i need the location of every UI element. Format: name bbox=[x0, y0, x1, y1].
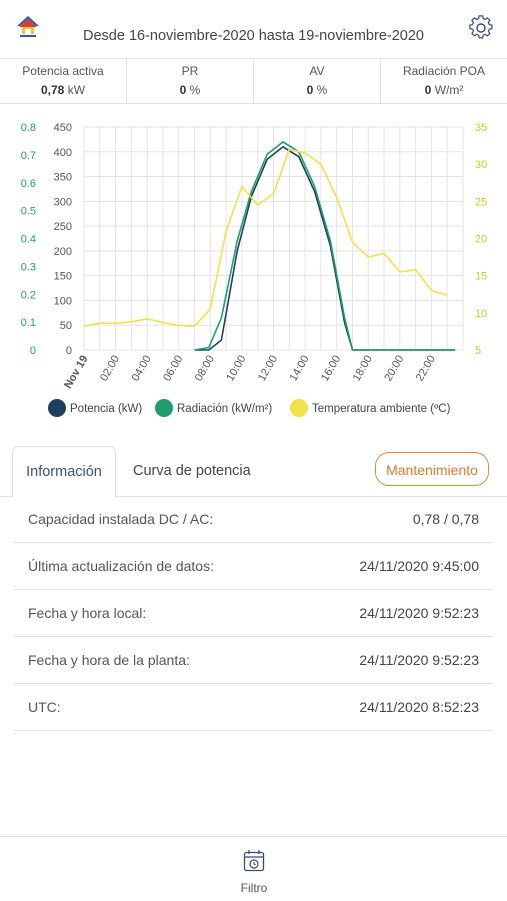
info-value: 24/11/2020 9:52:23 bbox=[359, 652, 479, 668]
y-tick-label: 300 bbox=[54, 196, 72, 208]
info-value: 24/11/2020 9:45:00 bbox=[359, 558, 479, 574]
x-tick-label: 04:00 bbox=[130, 354, 154, 384]
x-tick-label: 18:00 bbox=[351, 354, 375, 384]
kpi-poa-radiation: Radiación POA 0 W/m² bbox=[381, 59, 507, 103]
legend-swatch bbox=[290, 399, 308, 417]
legend-label: Radiación (kW/m²) bbox=[177, 403, 272, 415]
y2-tick-label: 0.6 bbox=[21, 178, 36, 190]
info-list: Capacidad instalada DC / AC: 0,78 / 0,78… bbox=[14, 496, 493, 731]
x-tick-label: 10:00 bbox=[224, 354, 248, 384]
kpi-label: PR bbox=[181, 64, 199, 78]
y2-tick-label: 0.7 bbox=[21, 150, 36, 162]
y2-tick-label: 0.2 bbox=[21, 289, 36, 301]
filter-button[interactable]: Filtro bbox=[224, 849, 284, 895]
kpi-strip: Potencia activa 0,78 kW PR 0 % AV 0 % Ra… bbox=[0, 58, 507, 104]
y-right-tick-label: 10 bbox=[475, 308, 487, 320]
house-logo-icon bbox=[17, 16, 39, 37]
y-right-tick-label: 5 bbox=[475, 345, 481, 357]
y-right-tick-label: 20 bbox=[475, 234, 487, 246]
legend-label: Temperatura ambiente (ºC) bbox=[312, 403, 451, 415]
info-value: 0,78 / 0,78 bbox=[412, 511, 479, 527]
date-range-title: Desde 16-noviembre-2020 hasta 19-noviemb… bbox=[83, 28, 424, 44]
kpi-unit: kW bbox=[67, 83, 86, 97]
kpi-label: Radiación POA bbox=[402, 64, 486, 78]
legend-swatch bbox=[48, 399, 66, 417]
kpi-value: 0 bbox=[179, 83, 187, 97]
y2-tick-label: 0.5 bbox=[21, 206, 36, 218]
filter-label: Filtro bbox=[240, 881, 268, 895]
bottom-toolbar: Filtro bbox=[0, 836, 507, 901]
y-right-tick-label: 25 bbox=[475, 196, 487, 208]
y-tick-label: 450 bbox=[54, 122, 72, 134]
info-value: 24/11/2020 8:52:23 bbox=[359, 699, 479, 715]
y-tick-label: 350 bbox=[54, 172, 72, 184]
x-tick-label: 16:00 bbox=[319, 354, 343, 384]
maintenance-button[interactable]: Mantenimiento bbox=[375, 452, 489, 486]
info-label: UTC: bbox=[28, 699, 61, 715]
kpi-unit: % bbox=[189, 83, 201, 97]
y2-tick-label: 0.3 bbox=[21, 261, 36, 273]
legend-label: Potencia (kW) bbox=[70, 403, 142, 415]
tab-informacion[interactable]: Información bbox=[12, 446, 116, 498]
tab-curva-potencia[interactable]: Curva de potencia bbox=[133, 446, 251, 496]
info-label: Fecha y hora de la planta: bbox=[28, 652, 190, 668]
info-label: Última actualización de datos: bbox=[28, 558, 214, 574]
info-label: Fecha y hora local: bbox=[28, 605, 147, 621]
y-right-tick-label: 15 bbox=[475, 271, 487, 283]
y-tick-label: 50 bbox=[60, 320, 72, 332]
y-tick-label: 200 bbox=[54, 246, 72, 258]
y-tick-label: 100 bbox=[54, 295, 72, 307]
kpi-unit: % bbox=[316, 83, 328, 97]
x-tick-label: 20:00 bbox=[382, 354, 406, 384]
y2-tick-label: 0 bbox=[30, 345, 36, 357]
x-tick-label: 08:00 bbox=[193, 354, 217, 384]
y-tick-label: 0 bbox=[66, 345, 72, 357]
y-right-tick-label: 30 bbox=[475, 159, 487, 171]
calendar-clock-icon bbox=[243, 850, 265, 872]
info-row-utc: UTC: 24/11/2020 8:52:23 bbox=[14, 684, 493, 731]
kpi-pr: PR 0 % bbox=[127, 59, 254, 103]
y-tick-label: 250 bbox=[54, 221, 72, 233]
y-tick-label: 150 bbox=[54, 271, 72, 283]
x-tick-label: 02:00 bbox=[98, 354, 122, 384]
kpi-unit: W/m² bbox=[434, 83, 464, 97]
y2-tick-label: 0.8 bbox=[21, 122, 36, 134]
x-tick-label: Nov 19 bbox=[62, 354, 90, 391]
y2-tick-label: 0.4 bbox=[21, 234, 36, 246]
y2-tick-label: 0.1 bbox=[21, 317, 36, 329]
y-tick-label: 400 bbox=[54, 147, 72, 159]
series-line-temperatura bbox=[83, 148, 448, 328]
kpi-value: 0 bbox=[306, 83, 314, 97]
app-header: Desde 16-noviembre-2020 hasta 19-noviemb… bbox=[0, 0, 507, 58]
kpi-av: AV 0 % bbox=[254, 59, 381, 103]
x-tick-label: 06:00 bbox=[161, 354, 185, 384]
kpi-label: Potencia activa bbox=[22, 64, 104, 78]
x-tick-label: 22:00 bbox=[414, 354, 438, 384]
info-row-capacity: Capacidad instalada DC / AC: 0,78 / 0,78 bbox=[14, 496, 493, 543]
kpi-value: 0 bbox=[424, 83, 432, 97]
info-label: Capacidad instalada DC / AC: bbox=[28, 511, 214, 527]
x-tick-label: 14:00 bbox=[288, 354, 312, 384]
info-row-local-time: Fecha y hora local: 24/11/2020 9:52:23 bbox=[14, 590, 493, 637]
kpi-label: AV bbox=[309, 64, 325, 78]
y-right-tick-label: 35 bbox=[475, 122, 487, 134]
legend-swatch bbox=[155, 399, 173, 417]
kpi-active-power: Potencia activa 0,78 kW bbox=[0, 59, 127, 103]
info-value: 24/11/2020 9:52:23 bbox=[359, 605, 479, 621]
info-row-last-update: Última actualización de datos: 24/11/202… bbox=[14, 543, 493, 590]
info-row-plant-time: Fecha y hora de la planta: 24/11/2020 9:… bbox=[14, 637, 493, 684]
kpi-value: 0,78 bbox=[40, 83, 65, 97]
x-tick-label: 12:00 bbox=[256, 354, 280, 384]
gear-icon[interactable] bbox=[468, 15, 494, 41]
power-curve-chart: 0 50 100 150 200 250 300 350 400 450 0 0.1 0.2 0.3 0.4… bbox=[21, 122, 487, 417]
